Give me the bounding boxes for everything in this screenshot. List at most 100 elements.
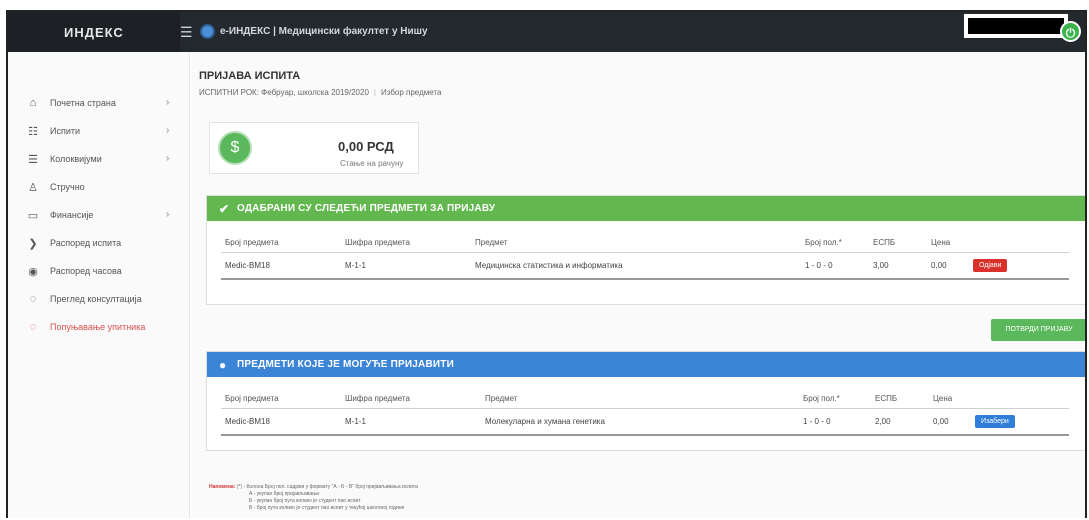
main-content: ПРИЈАВА ИСПИТА ИСПИТНИ РОК: Фебруар, шко… xyxy=(191,52,1085,518)
cell-attempts: 1 - 0 - 0 xyxy=(801,252,869,280)
panel-title: ОДАБРАНИ СУ СЛЕДЕЋИ ПРЕДМЕТИ ЗА ПРИЈАВУ xyxy=(237,203,496,214)
chevron-right-icon: › xyxy=(166,97,170,108)
sidebar-item-finance[interactable]: ▭ Финансије › xyxy=(8,204,190,228)
legend-line: (*) - Колона Број пол. садржи у формату … xyxy=(236,484,418,490)
sidebar-item-label: Испити xyxy=(50,126,81,136)
sidebar-item-label: Преглед консултација xyxy=(50,294,142,304)
sidebar-item-colloquia[interactable]: ☰ Колоквијуми › xyxy=(8,148,190,172)
dollar-icon: $ xyxy=(218,131,252,165)
university-logo-icon xyxy=(200,24,215,39)
legend-line: А - укупан број пријављивања xyxy=(249,491,319,497)
cell-subject-name: Медицинска статистика и информатика xyxy=(471,252,801,280)
cell-espb: 2,00 xyxy=(871,408,929,436)
column-header: Цена xyxy=(927,233,969,253)
home-icon: ⌂ xyxy=(29,97,37,109)
column-header: Цена xyxy=(929,389,971,409)
cell-action: Одјави xyxy=(969,252,1069,280)
redacted-user-name xyxy=(964,14,1068,38)
column-header: Број пол.* xyxy=(799,389,871,409)
wallet-icon: ▭ xyxy=(27,210,39,222)
column-header: Број предмета xyxy=(221,389,341,409)
selected-subjects-table: Број предмета Шифра предмета Предмет Бро… xyxy=(221,233,1069,280)
panel-header: ✔ ОДАБРАНИ СУ СЛЕДЕЋИ ПРЕДМЕТИ ЗА ПРИЈАВ… xyxy=(207,196,1085,221)
legend-note: Напомена: (*) - Колона Број пол. садржи … xyxy=(209,484,418,512)
hamburger-icon[interactable]: ☰ xyxy=(180,24,193,41)
brand-area[interactable]: ИНДЕКС xyxy=(8,12,180,52)
column-header: ЕСПБ xyxy=(869,233,927,253)
cell-subject-code: M-1-1 xyxy=(341,408,481,436)
panel-header: ● ПРЕДМЕТИ КОЈЕ ЈЕ МОГУЋЕ ПРИЈАВИТИ xyxy=(207,352,1085,377)
list-icon: ☷ xyxy=(28,126,38,138)
sidebar-item-consultations[interactable]: ◌ Преглед консултација xyxy=(8,288,190,312)
sidebar-item-label: Попуњавање упитника xyxy=(50,322,146,332)
column-header: Предмет xyxy=(471,233,801,253)
legend-line: Б - укупан број пута колико је студент п… xyxy=(249,498,361,504)
user-avatar-icon[interactable]: ⏻ xyxy=(1060,21,1081,42)
app-window: ИНДЕКС ☰ e-ИНДЕКС | Медицински факултет … xyxy=(6,10,1087,518)
circle-icon: ● xyxy=(219,358,227,372)
checkmark-icon: ✔ xyxy=(219,202,230,216)
clock-icon: ◌ xyxy=(29,293,37,305)
sidebar-item-questionnaire[interactable]: ◌ Попуњавање упитника xyxy=(8,316,190,340)
table-row: Medic-BM18 M-1-1 Медицинска статистика и… xyxy=(221,252,1069,280)
column-header: ЕСПБ xyxy=(871,389,929,409)
cell-price: 0,00 xyxy=(927,252,969,280)
person-icon: ♙ xyxy=(28,182,38,194)
top-navbar: ИНДЕКС ☰ e-ИНДЕКС | Медицински факултет … xyxy=(8,12,1085,52)
balance-amount: 0,00 РСД xyxy=(338,139,394,154)
column-header: Предмет xyxy=(481,389,799,409)
breadcrumb: ИСПИТНИ РОК: Фебруар, школска 2019/2020 |… xyxy=(199,88,442,97)
sidebar-item-label: Распоред испита xyxy=(50,238,122,248)
arrow-icon: ❯ xyxy=(28,238,38,250)
table-header-row: Број предмета Шифра предмета Предмет Бро… xyxy=(221,233,1069,253)
column-header xyxy=(969,233,1069,253)
available-subjects-panel: ● ПРЕДМЕТИ КОЈЕ ЈЕ МОГУЋЕ ПРИЈАВИТИ Број… xyxy=(206,351,1085,451)
sidebar-item-label: Колоквијуми xyxy=(50,154,102,164)
breadcrumb-choose-subject[interactable]: Избор предмета xyxy=(381,88,441,97)
sidebar-item-label: Стручно xyxy=(50,182,85,192)
cell-subject-code: M-1-1 xyxy=(341,252,471,280)
globe-icon: ◉ xyxy=(28,266,38,278)
brand-name: ИНДЕКС xyxy=(64,25,124,40)
available-subjects-table: Број предмета Шифра предмета Предмет Бро… xyxy=(221,389,1069,436)
chevron-right-icon: › xyxy=(166,125,170,136)
column-header: Шифра предмета xyxy=(341,233,471,253)
sidebar-item-professional[interactable]: ♙ Стручно xyxy=(8,176,190,200)
cell-attempts: 1 - 0 - 0 xyxy=(799,408,871,436)
table-row: Medic-BM18 M-1-1 Молекуларна и хумана ге… xyxy=(221,408,1069,436)
chevron-right-icon: › xyxy=(166,209,170,220)
cell-subject-number: Medic-BM18 xyxy=(221,252,341,280)
selected-subjects-panel: ✔ ОДАБРАНИ СУ СЛЕДЕЋИ ПРЕДМЕТИ ЗА ПРИЈАВ… xyxy=(206,195,1085,305)
column-header: Број предмета xyxy=(221,233,341,253)
sidebar-item-label: Распоред часова xyxy=(50,266,122,276)
menu-list-icon: ☰ xyxy=(28,154,38,166)
sidebar-item-class-schedule[interactable]: ◉ Распоред часова xyxy=(8,260,190,284)
sidebar: ⌂ Почетна страна › ☷ Испити › ☰ Колоквиј… xyxy=(8,52,190,518)
sidebar-item-exams[interactable]: ☷ Испити › xyxy=(8,120,190,144)
panel-title: ПРЕДМЕТИ КОЈЕ ЈЕ МОГУЋЕ ПРИЈАВИТИ xyxy=(237,359,454,370)
table-header-row: Број предмета Шифра предмета Предмет Бро… xyxy=(221,389,1069,409)
cell-subject-name: Молекуларна и хумана генетика xyxy=(481,408,799,436)
balance-card: $ 0,00 РСД Стање на рачуну xyxy=(209,122,419,174)
column-header xyxy=(971,389,1069,409)
confirm-registration-button[interactable]: ПОТВРДИ ПРИЈАВУ xyxy=(991,319,1085,341)
sidebar-item-home[interactable]: ⌂ Почетна страна › xyxy=(8,92,190,116)
page-title: ПРИЈАВА ИСПИТА xyxy=(199,70,301,82)
column-header: Број пол.* xyxy=(801,233,869,253)
info-circle-icon: ◌ xyxy=(29,321,37,333)
legend-key: Напомена: xyxy=(209,484,236,490)
app-title: e-ИНДЕКС | Медицински факултет у Нишу xyxy=(220,26,428,37)
cell-subject-number: Medic-BM18 xyxy=(221,408,341,436)
sidebar-item-label: Почетна страна xyxy=(50,98,116,108)
cell-espb: 3,00 xyxy=(869,252,927,280)
sidebar-item-exam-schedule[interactable]: ❯ Распоред испита xyxy=(8,232,190,256)
balance-label: Стање на рачуну xyxy=(340,159,404,168)
breadcrumb-exam-period[interactable]: ИСПИТНИ РОК: Фебруар, школска 2019/2020 xyxy=(199,88,369,97)
legend-line: В - број пута колико је студент пао испи… xyxy=(249,505,405,511)
chevron-right-icon: › xyxy=(166,153,170,164)
sidebar-item-label: Финансије xyxy=(50,210,94,220)
unregister-button[interactable]: Одјави xyxy=(973,259,1008,272)
cell-action: Изабери xyxy=(971,408,1069,436)
column-header: Шифра предмета xyxy=(341,389,481,409)
select-button[interactable]: Изабери xyxy=(975,415,1015,428)
